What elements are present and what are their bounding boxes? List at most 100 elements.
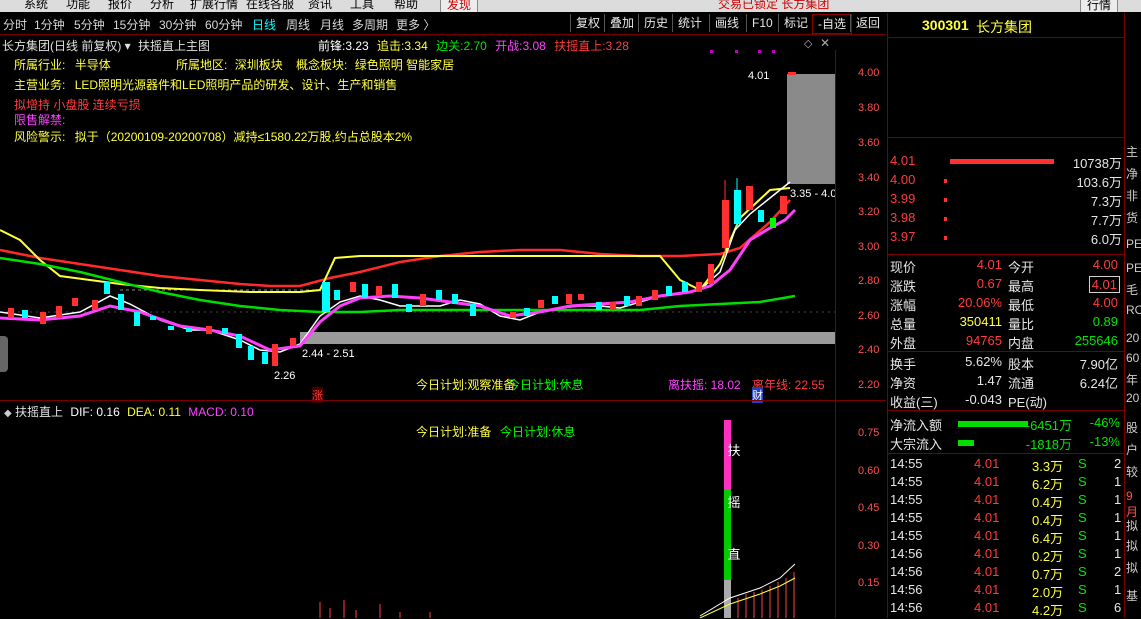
collapse-icon[interactable]: ◇ <box>804 37 812 50</box>
quote-button[interactable]: 行情 <box>1080 0 1119 12</box>
tool-button[interactable]: 统计 <box>672 14 707 32</box>
cut-text: 拟 <box>1126 539 1139 553</box>
stat-value: 4.00 <box>1092 295 1118 310</box>
y-tick: 3.60 <box>858 137 880 149</box>
menu-item[interactable]: 资讯 <box>308 0 332 12</box>
menu-item[interactable]: 分析 <box>150 0 174 12</box>
tick-side: S <box>1078 492 1087 507</box>
stat-value: 255646 <box>1074 333 1118 348</box>
flow-label: 大宗流入 <box>890 437 943 452</box>
ma-red-line <box>0 199 791 288</box>
stat-row: 涨跌 0.67 最高 4.01 <box>890 276 1122 295</box>
menu-item[interactable]: 系统 <box>24 0 48 12</box>
tick-count: 1 <box>1114 510 1122 525</box>
stat-value: 7.90亿 <box>1079 357 1118 372</box>
ask-row[interactable]: 4.00 103.6万 <box>890 172 1122 191</box>
tick-price: 4.01 <box>974 528 1000 543</box>
tick-time: 14:56 <box>890 546 923 561</box>
flow-bar <box>958 440 974 446</box>
ask-volume: 10738万 <box>1072 156 1122 171</box>
stat-row: 换手 5.62% 股本 7.90亿 <box>890 354 1122 373</box>
kline-chart[interactable] <box>0 50 886 402</box>
tick-volume: 0.2万 <box>1032 549 1064 564</box>
stat-label: 换手 <box>890 357 917 372</box>
tool-button[interactable]: 返回 <box>850 14 885 32</box>
stat-label: 最高 <box>1008 279 1035 294</box>
ask-volume-bar <box>950 159 1054 164</box>
cut-text: 户 <box>1126 443 1139 457</box>
period-tab[interactable]: 15分钟 <box>113 16 150 33</box>
tool-button[interactable]: 历史 <box>638 14 673 32</box>
sub-y-tick: 0.60 <box>858 465 880 477</box>
tick-time: 14:56 <box>890 582 923 597</box>
stat-label: 量比 <box>1008 317 1035 332</box>
menu-item[interactable]: 扩展行情 <box>190 0 238 12</box>
tick-side: S <box>1078 474 1087 489</box>
period-tab[interactable]: 60分钟 <box>205 16 242 33</box>
stat-label: 收益(三) <box>890 395 938 410</box>
cut-text: 20 <box>1126 331 1140 345</box>
tool-button[interactable]: 复权 <box>570 14 605 32</box>
ask-price: 4.01 <box>890 153 916 168</box>
period-tab[interactable]: 周线 <box>286 16 310 33</box>
cut-text: 货 <box>1126 211 1139 225</box>
ma-magenta-line <box>0 208 797 352</box>
period-tab[interactable]: 分时 <box>3 16 27 33</box>
tick-row: 14:56 4.01 2.0万 S 1 <box>890 582 1122 601</box>
tick-volume: 2.0万 <box>1032 585 1064 600</box>
flow-pct: -46% <box>1089 415 1120 430</box>
tool-button[interactable]: 标记 <box>778 14 813 32</box>
tick-time: 14:55 <box>890 528 923 543</box>
period-tab[interactable]: 1分钟 <box>34 16 65 33</box>
ask-row[interactable]: 4.01 10738万 <box>890 153 1122 172</box>
tool-button[interactable]: -自选 <box>812 14 852 34</box>
cut-text: PE <box>1126 261 1141 275</box>
ask-row[interactable]: 3.99 7.3万 <box>890 191 1122 210</box>
tick-price: 4.01 <box>974 564 1000 579</box>
tick-count: 2 <box>1114 564 1122 579</box>
tick-count: 2 <box>1114 456 1122 471</box>
stat-label: 最低 <box>1008 298 1035 313</box>
stat-label: 内盘 <box>1008 336 1035 351</box>
macd-chart[interactable] <box>0 402 886 618</box>
period-tab[interactable]: 月线 <box>320 16 344 33</box>
menu-item[interactable]: 帮助 <box>394 0 418 12</box>
tick-price: 4.01 <box>974 582 1000 597</box>
cut-text: 拟 <box>1126 561 1139 575</box>
stat-row: 收益(三) -0.043 PE(动) <box>890 392 1122 411</box>
menu-item[interactable]: 在线各服 <box>246 0 294 12</box>
period-tab[interactable]: 30分钟 <box>159 16 196 33</box>
stat-label: 现价 <box>890 260 917 275</box>
period-tab-more[interactable]: 更多 〉 <box>396 16 435 33</box>
ask-row[interactable]: 3.97 6.0万 <box>890 229 1122 248</box>
y-tick: 3.40 <box>858 172 880 184</box>
scroll-left-icon[interactable] <box>0 336 8 372</box>
sub-y-tick: 0.30 <box>858 540 880 552</box>
tick-time: 14:55 <box>890 456 923 471</box>
ask-volume-bar <box>944 179 947 183</box>
cut-text: 基 <box>1126 589 1139 603</box>
period-tab-active[interactable]: 日线 <box>252 16 276 33</box>
tick-row: 14:56 4.01 0.7万 S 2 <box>890 564 1122 583</box>
y-tick: 2.20 <box>858 379 880 391</box>
stat-value: 6.24亿 <box>1079 376 1118 391</box>
menu-item[interactable]: 功能 <box>66 0 90 12</box>
tick-price: 4.01 <box>974 510 1000 525</box>
alert-button[interactable]: 发现 <box>440 0 479 12</box>
tool-button[interactable]: 叠加 <box>604 14 639 32</box>
stat-value: 1.47 <box>976 373 1002 388</box>
tool-button[interactable]: 画线 <box>709 14 744 32</box>
cut-text: 较 <box>1126 465 1139 479</box>
ask-row[interactable]: 3.98 7.7万 <box>890 210 1122 229</box>
close-icon[interactable]: ✕ <box>820 36 830 50</box>
menu-item[interactable]: 报价 <box>108 0 132 12</box>
period-tab[interactable]: 多周期 <box>352 16 388 33</box>
candles <box>8 72 796 366</box>
stat-value: 20.06% <box>957 295 1002 310</box>
menu-item[interactable]: 工具 <box>350 0 374 12</box>
range-box <box>787 74 835 184</box>
y-tick: 3.80 <box>858 102 880 114</box>
support-band <box>300 332 835 344</box>
tool-button[interactable]: F10 <box>746 14 778 32</box>
period-tab[interactable]: 5分钟 <box>74 16 105 33</box>
